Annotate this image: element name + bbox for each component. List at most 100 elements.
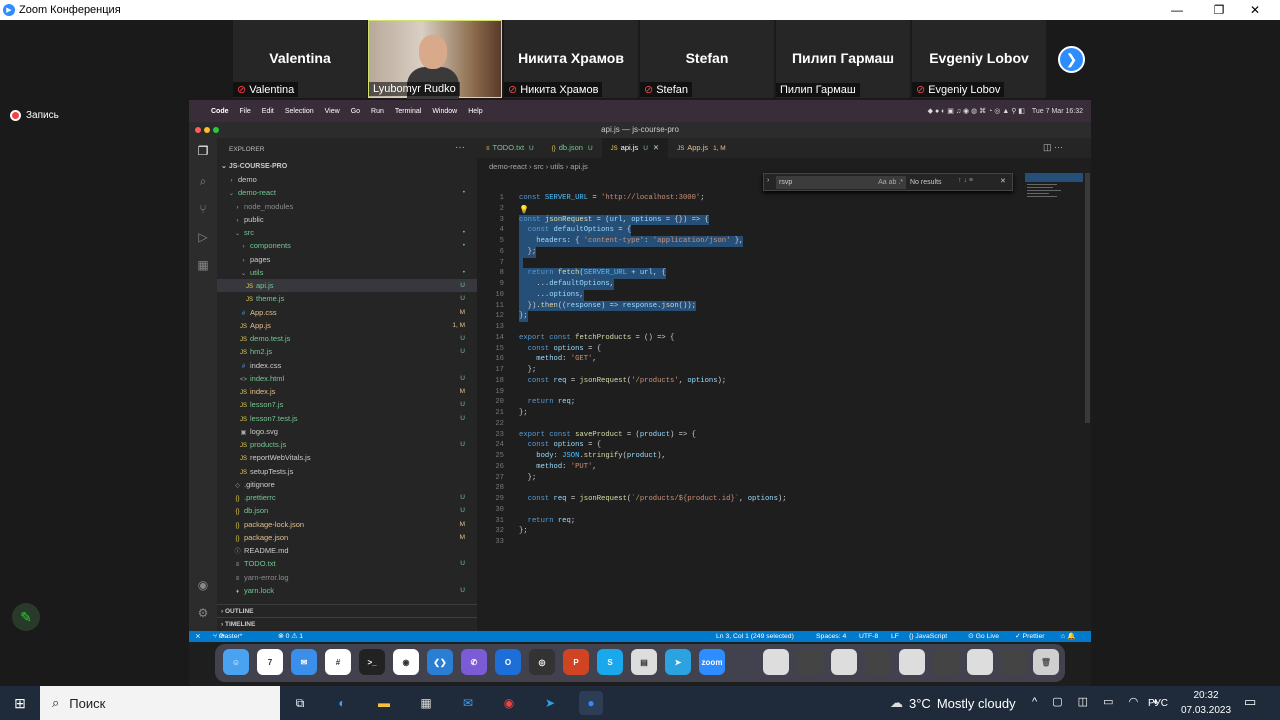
close-button[interactable]: ✕ xyxy=(1238,0,1272,20)
dock-vscode-icon[interactable]: ❮❯ xyxy=(427,649,453,675)
code-line[interactable]: 19 xyxy=(477,387,1077,398)
code-line[interactable]: 24 const options = { xyxy=(477,440,1077,451)
explorer-item[interactable]: {} package-lock.json M xyxy=(217,518,477,531)
explorer-item[interactable]: {} package.json M xyxy=(217,531,477,544)
prettier[interactable]: ✓ Prettier xyxy=(1015,631,1045,642)
source-control-icon[interactable]: ⑂ xyxy=(195,202,211,218)
dock-calendar-icon[interactable]: 7 xyxy=(257,649,283,675)
file-explorer-icon[interactable]: ▬ xyxy=(372,691,396,715)
explorer-item[interactable]: JS hm2.js U xyxy=(217,345,477,358)
participant-tile[interactable]: Evgeniy Lobov ⊘ Evgeniy Lobov xyxy=(912,20,1046,98)
code-line[interactable]: 25 body: JSON.stringify(product), xyxy=(477,451,1077,462)
dock-recent-window-icon[interactable] xyxy=(899,649,925,675)
remote-icon[interactable]: ⨯ xyxy=(195,631,201,642)
editor-tab[interactable]: {} db.json U xyxy=(543,138,602,158)
explorer-item[interactable]: {} .prettierrc U xyxy=(217,491,477,504)
code-line[interactable]: 23 export const saveProduct = (product) =… xyxy=(477,430,1077,441)
dock-skype-icon[interactable]: S xyxy=(597,649,623,675)
explorer-item[interactable]: JS index.js M xyxy=(217,385,477,398)
code-line[interactable]: 18 const req = jsonRequest('/products', … xyxy=(477,376,1077,387)
dock-recent-window-icon[interactable] xyxy=(933,649,959,675)
explorer-item[interactable]: › public xyxy=(217,213,477,226)
code-line[interactable]: 31 return req; xyxy=(477,516,1077,527)
dock-recent-window-icon[interactable] xyxy=(797,649,823,675)
encoding[interactable]: UTF-8 xyxy=(859,631,878,642)
cursor-position[interactable]: Ln 3, Col 1 (249 selected) xyxy=(716,631,794,642)
find-nav-icons[interactable]: ↑ ↓ ≡ xyxy=(958,177,973,184)
explorer-item[interactable]: › node_modules xyxy=(217,200,477,213)
participant-tile[interactable]: Valentina ⊘ Valentina xyxy=(233,20,367,98)
dock-mail-icon[interactable]: ✉ xyxy=(291,649,317,675)
task-view-icon[interactable]: ⧉ xyxy=(288,691,312,715)
maximize-button[interactable]: ❐ xyxy=(1202,0,1236,20)
language-indicator[interactable]: РУС xyxy=(1148,698,1168,709)
explorer-item[interactable]: <> index.html U xyxy=(217,372,477,385)
outline-section[interactable]: › OUTLINE xyxy=(217,604,477,617)
dock-preview-icon[interactable]: ▤ xyxy=(631,649,657,675)
project-root[interactable]: ⌄ JS-COURSE-PRO xyxy=(217,160,477,173)
go-live[interactable]: ⊙ Go Live xyxy=(968,631,999,642)
dock-recent-window-icon[interactable] xyxy=(1001,649,1027,675)
dock-viber-icon[interactable]: ✆ xyxy=(461,649,487,675)
dock-chrome-icon[interactable]: ◉ xyxy=(393,649,419,675)
branch-status[interactable]: ⑂ master* ⟳ xyxy=(213,631,242,642)
timeline-section[interactable]: › TIMELINE xyxy=(217,617,477,630)
code-line[interactable]: 15 const options = { xyxy=(477,344,1077,355)
participant-tile[interactable]: Пилип Гармаш Пилип Гармаш xyxy=(776,20,910,98)
editor-tab[interactable]: ≡ TODO.txt U xyxy=(477,138,543,158)
code-line[interactable]: 33 xyxy=(477,537,1077,548)
mac-menu-item[interactable]: Terminal xyxy=(395,108,421,115)
explorer-item[interactable]: # index.css xyxy=(217,359,477,372)
code-editor[interactable]: 1 const SERVER_URL = 'http://localhost:30… xyxy=(477,193,1077,548)
dock-recent-window-icon[interactable] xyxy=(831,649,857,675)
dock-telegram-icon[interactable]: ➤ xyxy=(665,649,691,675)
mac-menu-item[interactable]: Edit xyxy=(262,108,274,115)
dock-outlook-icon[interactable]: O xyxy=(495,649,521,675)
toggle-replace-icon[interactable]: › xyxy=(767,177,769,184)
code-line[interactable]: 2 xyxy=(477,204,1077,215)
explorer-item[interactable]: › demo xyxy=(217,173,477,186)
dock-slack-icon[interactable]: # xyxy=(325,649,351,675)
recording-indicator[interactable]: Запись xyxy=(10,110,59,121)
run-debug-icon[interactable]: ▷ xyxy=(195,230,211,246)
weather-widget[interactable]: ☁ 3°C Mostly cloudy xyxy=(890,686,1016,720)
dock-powerpoint-icon[interactable]: P xyxy=(563,649,589,675)
explorer-item[interactable]: {} db.json U xyxy=(217,504,477,517)
split-editor-icon[interactable]: ◫ ··· xyxy=(1043,142,1063,153)
dock-zoom-icon[interactable]: zoom xyxy=(699,649,725,675)
explorer-item[interactable]: ♦ yarn.lock U xyxy=(217,584,477,597)
mac-menu-item[interactable]: File xyxy=(240,108,251,115)
next-participants-button[interactable]: ❯ xyxy=(1058,46,1085,73)
code-line[interactable]: 21}; xyxy=(477,408,1077,419)
code-line[interactable]: 4 const defaultOptions = { xyxy=(477,225,1077,236)
explorer-item[interactable]: ≡ TODO.txt U xyxy=(217,557,477,570)
explorer-item[interactable]: JS setupTests.js xyxy=(217,465,477,478)
taskbar-search[interactable]: ⌕ Поиск xyxy=(40,686,280,720)
explorer-item[interactable]: JS App.js 1, M xyxy=(217,319,477,332)
account-icon[interactable]: ◉ xyxy=(195,578,211,594)
find-close-icon[interactable]: ✕ xyxy=(1000,177,1006,185)
code-line[interactable]: 28 xyxy=(477,483,1077,494)
mac-menu-item[interactable]: Selection xyxy=(285,108,314,115)
breadcrumb-item[interactable]: utils xyxy=(550,162,563,171)
edge-icon[interactable]: ◐ xyxy=(330,691,354,715)
chrome-icon[interactable]: ◉ xyxy=(497,691,521,715)
language-mode[interactable]: {} JavaScript xyxy=(909,631,947,642)
files-icon[interactable]: ❐ xyxy=(195,144,211,160)
code-line[interactable]: 8 return fetch(SERVER_URL + url, { xyxy=(477,268,1077,279)
notification-center-icon[interactable]: ▭ xyxy=(1244,694,1256,710)
explorer-item[interactable]: ▣ logo.svg xyxy=(217,425,477,438)
mac-close-icon[interactable] xyxy=(195,127,201,133)
mac-menu-item[interactable]: Run xyxy=(371,108,384,115)
editor-tab[interactable]: JS App.js 1, M xyxy=(668,138,735,158)
participant-tile[interactable]: Stefan ⊘ Stefan xyxy=(640,20,774,98)
code-line[interactable]: 16 method: 'GET', xyxy=(477,354,1077,365)
code-line[interactable]: 9 ...defaultOptions, xyxy=(477,279,1077,290)
code-line[interactable]: 1 const SERVER_URL = 'http://localhost:30… xyxy=(477,193,1077,204)
code-line[interactable]: 11 }).then((response) => response.json()… xyxy=(477,300,1077,312)
mac-minimize-icon[interactable] xyxy=(204,127,210,133)
explorer-item[interactable]: ⌄ utils • xyxy=(217,266,477,279)
explorer-item[interactable]: › pages xyxy=(217,253,477,266)
dock-recent-window-icon[interactable] xyxy=(865,649,891,675)
telegram-icon[interactable]: ➤ xyxy=(538,691,562,715)
